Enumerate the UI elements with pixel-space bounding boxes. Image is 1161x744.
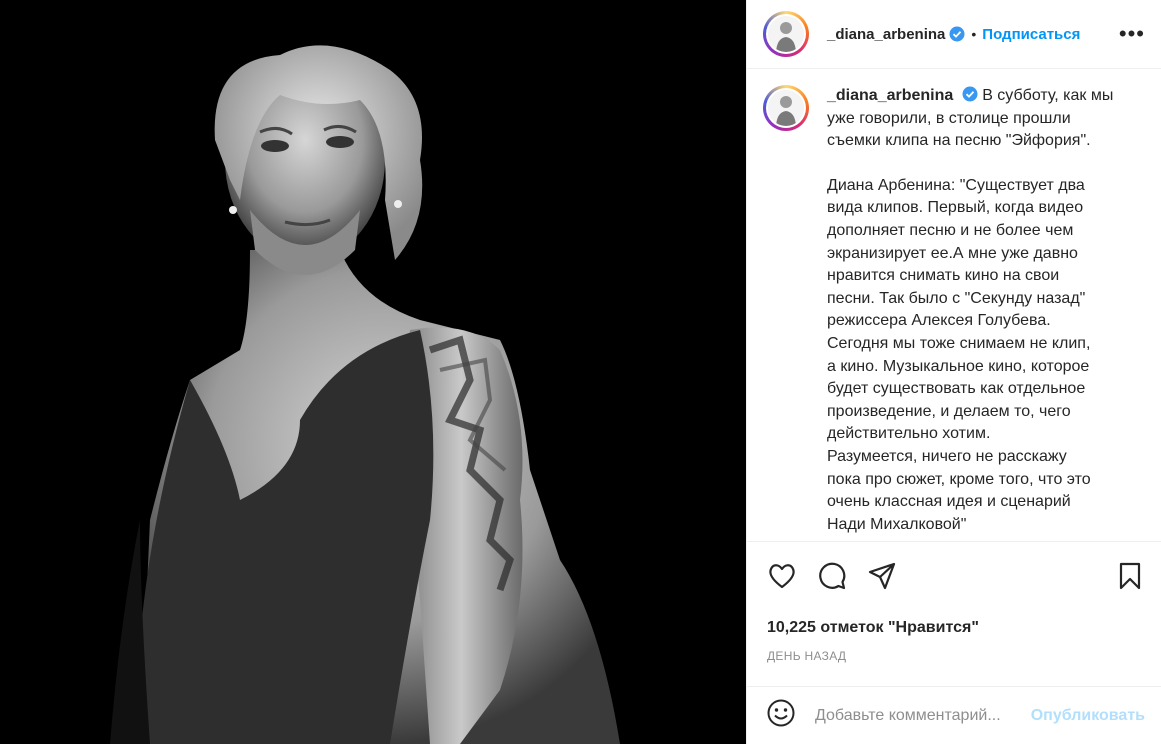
- likes-count[interactable]: 10,225 отметок "Нравится": [747, 615, 1161, 641]
- action-bar: [747, 541, 1161, 609]
- separator-dot: •: [971, 26, 977, 42]
- portrait-photo: [0, 0, 746, 744]
- caption-username[interactable]: _diana_arbenina: [827, 87, 953, 104]
- caption-line: уже говорили, в столице прошли: [827, 109, 1071, 127]
- post-header: _diana_arbenina • Подписаться •••: [747, 0, 1161, 69]
- caption-line: В субботу, как мы: [982, 87, 1114, 104]
- caption-line: нравится снимать кино на свои: [827, 267, 1060, 285]
- caption-line: экранизирует ее.А мне уже давно: [827, 244, 1078, 262]
- caption-line: действительно хотим.: [827, 425, 991, 443]
- post-time[interactable]: ДЕНЬ НАЗАД: [747, 649, 1161, 663]
- verified-badge-icon: [962, 86, 978, 102]
- avatar[interactable]: [763, 11, 809, 57]
- caption-line: пока про сюжет, кроме того, что это: [827, 470, 1091, 488]
- caption-text: _diana_arbenina В субботу, как мы уже го…: [827, 85, 1127, 536]
- follow-button[interactable]: Подписаться: [982, 26, 1080, 43]
- caption-line: песни. Так было с "Секунду назад": [827, 289, 1086, 307]
- post-photo[interactable]: [0, 0, 746, 744]
- comments-area[interactable]: _diana_arbenina В субботу, как мы уже го…: [747, 69, 1161, 541]
- emoji-icon[interactable]: [767, 699, 795, 732]
- avatar-image: [768, 16, 804, 52]
- add-comment-bar: Опубликовать: [747, 686, 1161, 744]
- caption-line: а кино. Музыкальное кино, которое: [827, 357, 1090, 375]
- more-options-icon[interactable]: •••: [1119, 23, 1145, 45]
- caption-line: будет существовать как отдельное: [827, 380, 1086, 398]
- publish-button[interactable]: Опубликовать: [1031, 707, 1145, 725]
- username[interactable]: _diana_arbenina: [827, 26, 945, 43]
- send-icon[interactable]: [867, 561, 897, 591]
- comment-icon[interactable]: [817, 561, 847, 591]
- caption-line: Диана Арбенина: "Существует два: [827, 176, 1085, 194]
- caption-line: Разумеется, ничего не расскажу: [827, 447, 1067, 465]
- caption-line: режиссера Алексея Голубева.: [827, 312, 1051, 330]
- caption-line: произведение, и делаем то, чего: [827, 402, 1071, 420]
- caption-line: вида клипов. Первый, когда видео: [827, 199, 1084, 217]
- caption-line: очень классная идея и сценарий: [827, 493, 1071, 511]
- post-sidebar: _diana_arbenina • Подписаться ••• _diana…: [746, 0, 1161, 744]
- caption-line: съемки клипа на песню "Эйфория".: [827, 132, 1091, 150]
- verified-badge-icon: [949, 26, 965, 42]
- caption-avatar[interactable]: [763, 85, 809, 131]
- bookmark-icon[interactable]: [1115, 561, 1145, 591]
- caption: _diana_arbenina В субботу, как мы уже го…: [763, 85, 1145, 536]
- comment-input[interactable]: [813, 705, 1022, 726]
- avatar-image: [768, 90, 804, 126]
- caption-line: Нади Михалковой": [827, 515, 967, 533]
- caption-line: Сегодня мы тоже снимаем не клип,: [827, 334, 1091, 352]
- heart-icon[interactable]: [767, 561, 797, 591]
- caption-line: дополняет песню и не более чем: [827, 221, 1074, 239]
- post-dialog: _diana_arbenina • Подписаться ••• _diana…: [0, 0, 1161, 744]
